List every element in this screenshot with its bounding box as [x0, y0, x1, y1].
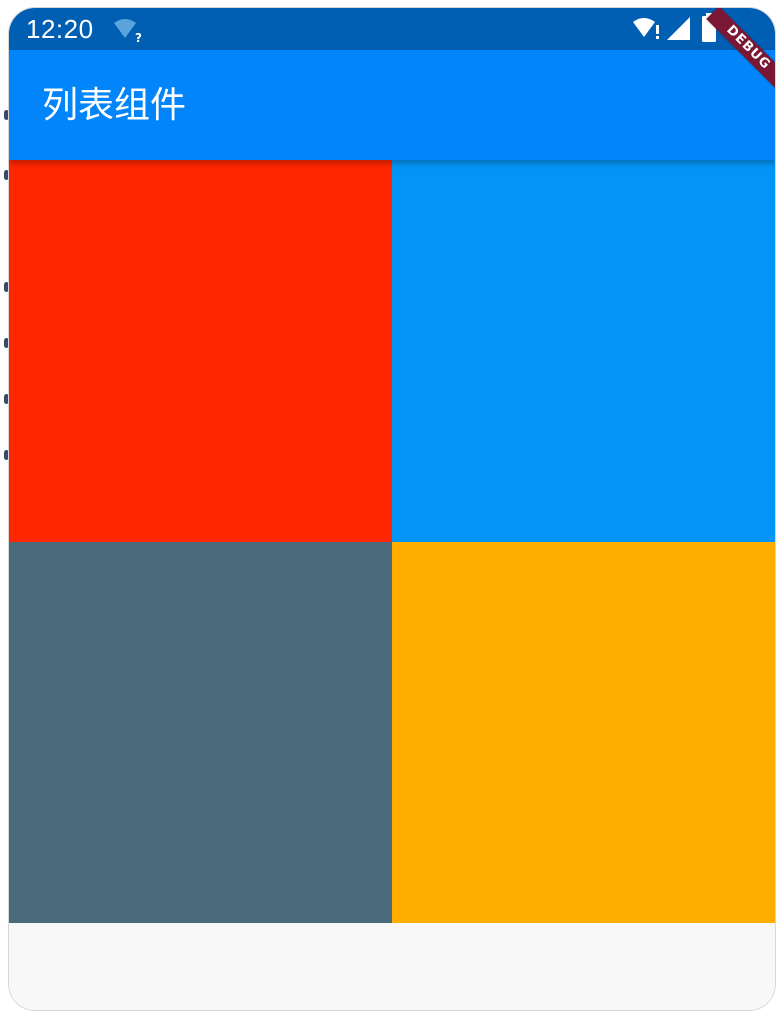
wifi-unknown-icon: ?	[114, 19, 142, 43]
grid-tile-amber	[392, 542, 775, 923]
grid-tile-red	[9, 160, 392, 542]
empty-background	[9, 923, 775, 1010]
grid-tile-blue	[392, 160, 775, 542]
app-bar-title: 列表组件	[42, 85, 187, 126]
device-frame: 12:20 ? 列表组件 DEBUG	[9, 8, 775, 1010]
status-bar: 12:20 ?	[9, 8, 775, 50]
app-bar: 列表组件	[9, 50, 775, 160]
wifi-alert-icon	[633, 18, 659, 39]
cell-signal-icon	[667, 17, 690, 40]
status-time: 12:20	[26, 14, 94, 44]
grid-view	[9, 160, 775, 923]
svg-text:?: ?	[135, 31, 142, 43]
grid-tile-blue-grey	[9, 542, 392, 923]
